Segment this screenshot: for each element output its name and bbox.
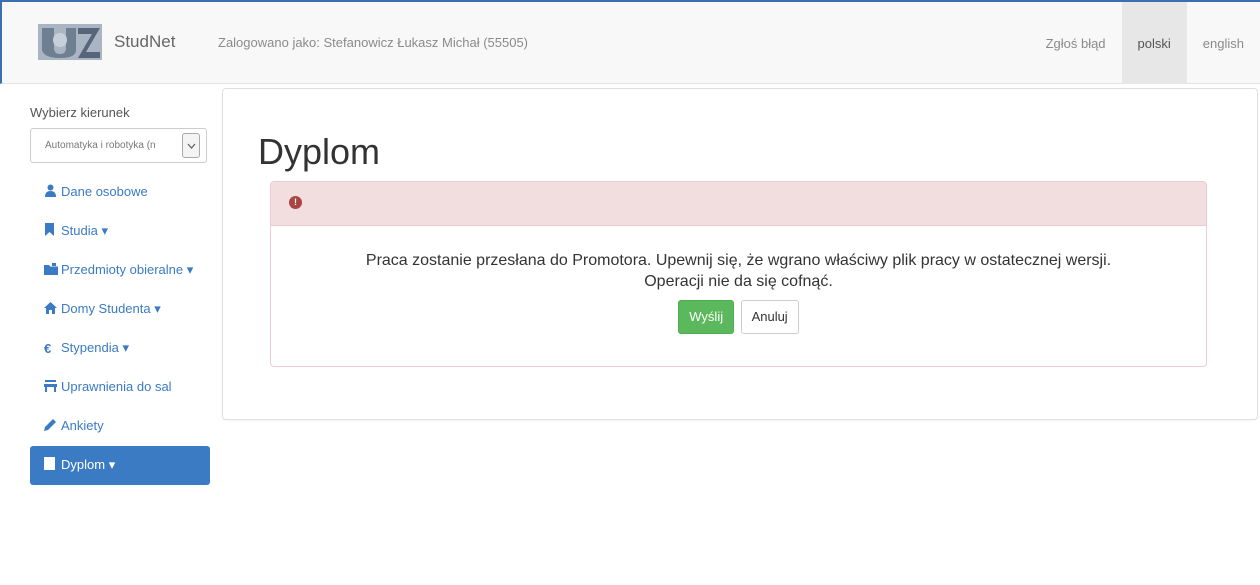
euro-icon: €: [44, 341, 52, 356]
select-label: Wybierz kierunek: [30, 105, 130, 120]
file-icon: [44, 457, 58, 475]
sidebar-item-label: Ankiety: [61, 418, 104, 433]
brand-name: StudNet: [114, 32, 176, 51]
sidebar-item-studies[interactable]: Studia ▾: [30, 212, 210, 251]
chevron-down-icon[interactable]: [182, 133, 200, 158]
sidebar: Wybierz kierunek Automatyka i robotyka (…: [30, 84, 210, 485]
chair-icon: [44, 379, 58, 397]
language-english-link[interactable]: english: [1187, 2, 1260, 84]
bookmark-icon: [44, 223, 58, 241]
sidebar-item-room-permissions[interactable]: Uprawnienia do sal: [30, 368, 210, 407]
caret-down-icon: ▾: [101, 223, 109, 238]
sidebar-item-electives[interactable]: Przedmioty obieralne ▾: [30, 251, 210, 290]
sidebar-item-label: Dyplom: [61, 457, 106, 472]
alert-header: !: [271, 182, 1206, 226]
sidebar-item-diploma[interactable]: Dyplom ▾: [30, 446, 210, 485]
sidebar-item-scholarships[interactable]: € Stypendia ▾: [30, 329, 210, 368]
sidebar-item-dormitories[interactable]: Domy Studenta ▾: [30, 290, 210, 329]
alert-message-line1: Praca zostanie przesłana do Promotora. U…: [365, 252, 1112, 269]
exclamation-circle-icon: !: [289, 196, 302, 209]
sidebar-nav: Dane osobowe Studia ▾ Przedmioty obieral…: [30, 173, 210, 485]
page-title: Dyplom: [258, 131, 381, 172]
select-value: Automatyka i robotyka (n: [45, 140, 156, 151]
caret-down-icon: ▾: [186, 262, 194, 277]
folder-icon: [44, 262, 58, 280]
caret-down-icon: ▾: [108, 457, 116, 472]
caret-down-icon: ▾: [154, 301, 161, 316]
home-icon: [44, 301, 58, 319]
sidebar-item-surveys[interactable]: Ankiety: [30, 407, 210, 446]
send-button[interactable]: Wyślij: [678, 300, 735, 334]
alert-buttons: Wyślij Anuluj: [271, 300, 1206, 334]
brand[interactable]: StudNet: [36, 20, 175, 64]
sidebar-item-label: Przedmioty obieralne: [61, 262, 184, 277]
sidebar-item-label: Stypendia: [61, 340, 119, 355]
alert-message-line2: Operacji nie da się cofnąć.: [644, 273, 833, 290]
main-panel: Dyplom ! Praca zostanie przesłana do Pro…: [222, 88, 1258, 420]
pencil-icon: [44, 418, 58, 436]
sidebar-item-label: Dane osobowe: [61, 184, 148, 199]
top-navbar: StudNet Zalogowano jako: Stefanowicz Łuk…: [0, 0, 1260, 84]
language-polish-link[interactable]: polski: [1121, 2, 1187, 84]
university-logo: [36, 20, 104, 64]
sidebar-item-personal-data[interactable]: Dane osobowe: [30, 173, 210, 212]
logged-in-user: Zalogowano jako: Stefanowicz Łukasz Mich…: [218, 35, 529, 50]
caret-down-icon: ▾: [122, 340, 129, 355]
report-bug-link[interactable]: Zgłoś błąd: [1030, 2, 1122, 84]
alert-message: Praca zostanie przesłana do Promotora. U…: [271, 226, 1206, 292]
sidebar-item-label: Studia: [61, 223, 98, 238]
sidebar-item-label: Domy Studenta: [61, 301, 151, 316]
header-links: Zgłoś błąd polski english: [1030, 2, 1260, 84]
confirmation-alert: ! Praca zostanie przesłana do Promotora.…: [270, 181, 1207, 367]
field-of-study-select[interactable]: Automatyka i robotyka (n: [30, 128, 207, 163]
user-icon: [44, 184, 58, 202]
cancel-button[interactable]: Anuluj: [740, 300, 799, 334]
sidebar-item-label: Uprawnienia do sal: [61, 379, 172, 394]
